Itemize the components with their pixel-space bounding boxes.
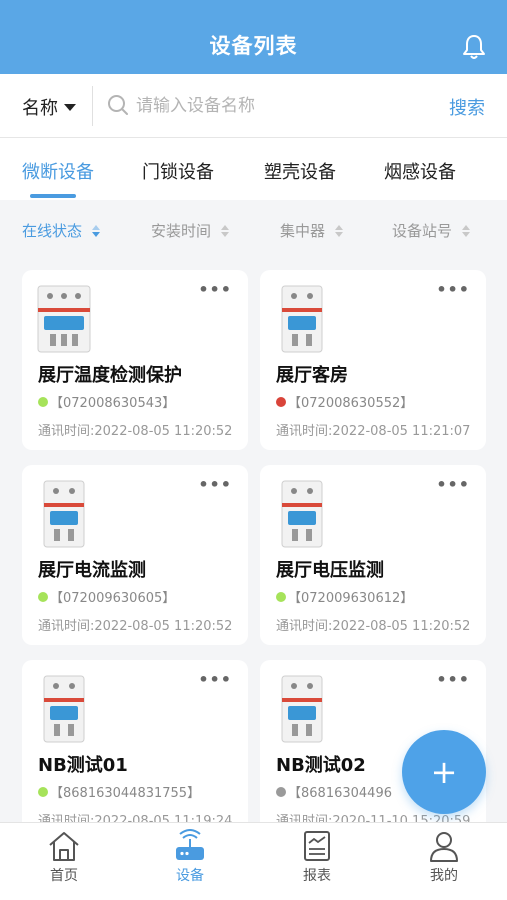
sort-station-number[interactable]: 设备站号: [392, 220, 471, 241]
more-options-icon[interactable]: •••: [198, 670, 232, 689]
device-name: 展厅客房: [276, 365, 348, 386]
sort-arrows-icon: [92, 224, 101, 237]
status-dot-icon: [38, 786, 48, 797]
sort-bar: 在线状态 安装时间 集中器 设备站号: [0, 200, 507, 258]
filter-select-label: 名称: [22, 98, 58, 119]
device-name: NB测试02: [276, 755, 366, 776]
device-id: 【072008630552】: [288, 396, 414, 411]
active-tab-indicator: [30, 194, 76, 198]
bell-icon[interactable]: [461, 33, 487, 61]
status-dot-icon: [38, 396, 48, 407]
sort-online-status[interactable]: 在线状态: [22, 220, 101, 241]
device-status-row: 【072009630612】: [276, 587, 413, 606]
sort-arrows-icon: [221, 224, 230, 237]
router-icon: [176, 829, 204, 860]
device-comm-time: 通讯时间:2022-08-05 11:20:52: [276, 619, 471, 634]
device-id: 【868163044831755】: [50, 786, 201, 801]
status-dot-icon: [276, 786, 286, 797]
circuit-breaker-icon: [281, 675, 323, 743]
caret-down-icon: [64, 103, 76, 111]
search-button[interactable]: 搜索: [449, 94, 485, 120]
status-dot-icon: [38, 591, 48, 602]
nav-devices[interactable]: 设备: [150, 829, 230, 885]
circuit-breaker-icon: [281, 285, 323, 353]
divider: [92, 86, 93, 126]
device-name: 展厅温度检测保护: [38, 365, 182, 386]
sort-concentrator[interactable]: 集中器: [280, 220, 344, 241]
device-card[interactable]: ••• 展厅电流监测 【072009630605】 通讯时间:2022-08-0…: [22, 465, 248, 645]
device-name: 展厅电流监测: [38, 560, 146, 581]
sort-arrows-icon: [462, 224, 471, 237]
filter-select[interactable]: 名称: [22, 94, 76, 120]
add-device-button[interactable]: +: [402, 730, 486, 814]
more-options-icon[interactable]: •••: [436, 670, 470, 689]
device-name: 展厅电压监测: [276, 560, 384, 581]
tab-mccb[interactable]: 塑壳设备: [264, 158, 336, 184]
device-name: NB测试01: [38, 755, 128, 776]
nav-profile[interactable]: 我的: [404, 829, 484, 885]
device-id: 【072009630605】: [50, 591, 176, 606]
more-options-icon[interactable]: •••: [198, 475, 232, 494]
circuit-breaker-icon: [43, 675, 85, 743]
tab-smoke-detector[interactable]: 烟感设备: [384, 158, 456, 184]
tab-breaker[interactable]: 微断设备: [22, 158, 94, 184]
sort-install-time[interactable]: 安装时间: [151, 220, 230, 241]
device-id: 【86816304496: [288, 786, 392, 801]
device-status-row: 【868163044831755】: [38, 782, 200, 801]
search-bar: 名称 搜索: [0, 74, 507, 138]
circuit-breaker-icon: [37, 285, 91, 353]
sort-label: 安装时间: [151, 222, 212, 240]
more-options-icon[interactable]: •••: [198, 280, 232, 299]
search-icon: [108, 95, 128, 115]
home-icon: [49, 832, 79, 861]
search-input[interactable]: [136, 92, 426, 120]
nav-label: 我的: [430, 868, 458, 884]
device-status-row: 【072008630552】: [276, 392, 413, 411]
device-card[interactable]: ••• 展厅客房 【072008630552】 通讯时间:2022-08-05 …: [260, 270, 486, 450]
circuit-breaker-icon: [43, 480, 85, 548]
tab-door-lock[interactable]: 门锁设备: [142, 158, 214, 184]
status-dot-icon: [276, 396, 286, 407]
device-status-row: 【072009630605】: [38, 587, 175, 606]
user-icon: [430, 832, 458, 862]
nav-label: 报表: [303, 868, 331, 884]
report-icon: [304, 831, 330, 861]
device-card[interactable]: ••• NB测试01 【868163044831755】 通讯时间:2022-0…: [22, 660, 248, 840]
more-options-icon[interactable]: •••: [436, 475, 470, 494]
bottom-nav: 首页 设备 报表 我的: [0, 822, 507, 900]
sort-label: 在线状态: [22, 222, 83, 240]
device-card[interactable]: ••• 展厅温度检测保护 【072008630543】 通讯时间:2022-08…: [22, 270, 248, 450]
nav-home[interactable]: 首页: [24, 829, 104, 885]
nav-reports[interactable]: 报表: [277, 829, 357, 885]
status-dot-icon: [276, 591, 286, 602]
page-title: 设备列表: [209, 34, 298, 58]
device-type-tabs: 微断设备 门锁设备 塑壳设备 烟感设备: [0, 138, 507, 200]
device-status-row: 【072008630543】: [38, 392, 175, 411]
device-comm-time: 通讯时间:2022-08-05 11:20:52: [38, 619, 233, 634]
device-status-row: 【86816304496: [276, 782, 392, 801]
sort-arrows-icon: [335, 224, 344, 237]
sort-label: 集中器: [280, 222, 326, 240]
sort-label: 设备站号: [392, 222, 453, 240]
device-comm-time: 通讯时间:2022-08-05 11:20:52: [38, 424, 233, 439]
device-comm-time: 通讯时间:2022-08-05 11:21:07: [276, 424, 471, 439]
app-header: 设备列表: [0, 0, 507, 74]
circuit-breaker-icon: [281, 480, 323, 548]
nav-label: 设备: [176, 868, 204, 884]
nav-label: 首页: [50, 868, 78, 884]
device-id: 【072008630543】: [50, 396, 176, 411]
device-id: 【072009630612】: [288, 591, 414, 606]
more-options-icon[interactable]: •••: [436, 280, 470, 299]
device-card[interactable]: ••• 展厅电压监测 【072009630612】 通讯时间:2022-08-0…: [260, 465, 486, 645]
